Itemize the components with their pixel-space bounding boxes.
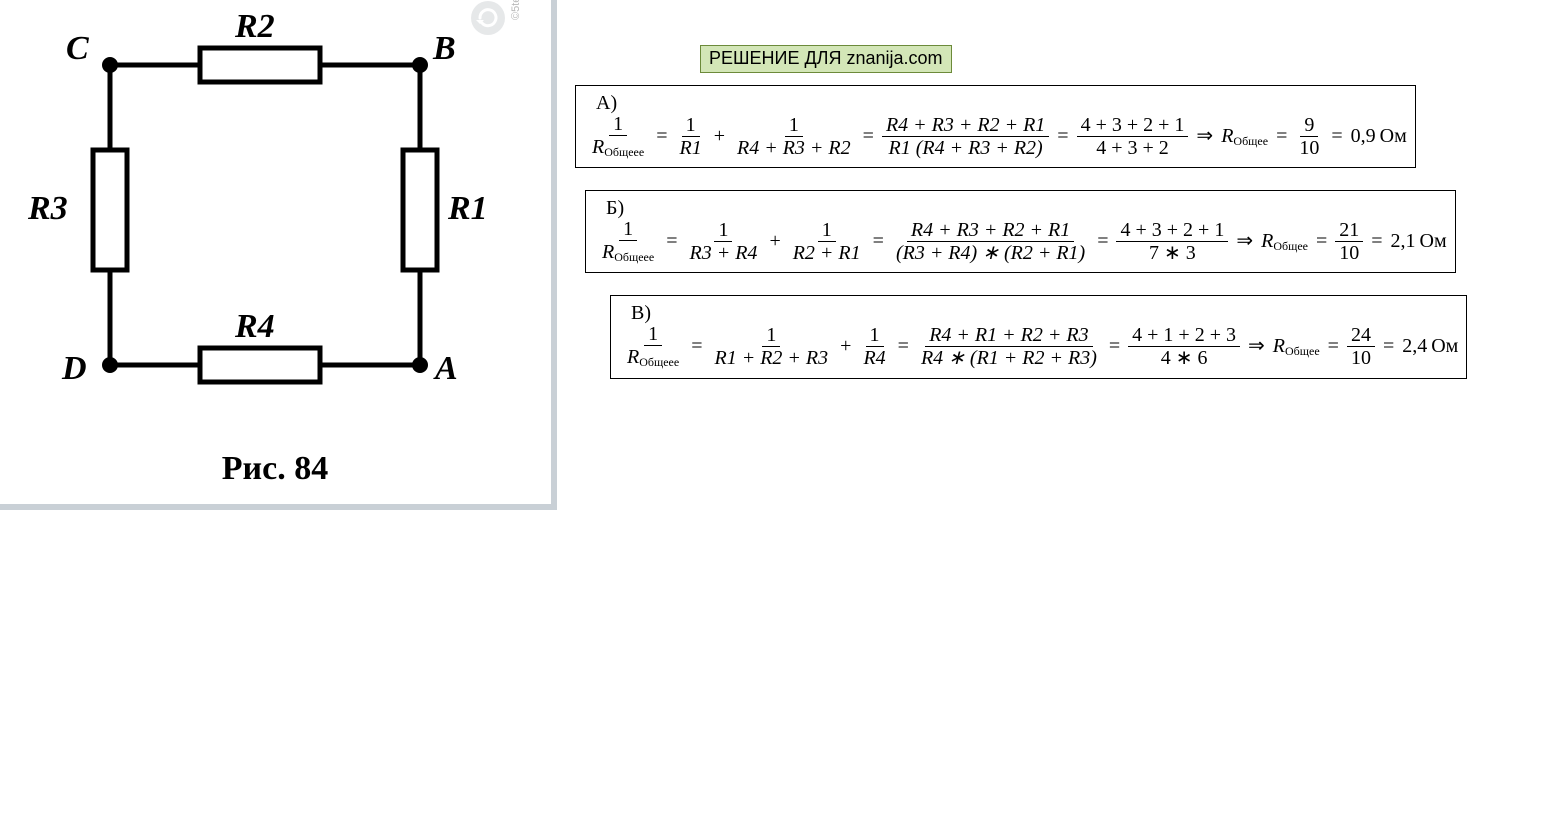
resistor-label-r4: R4 [235,308,275,346]
b-t1-num: 1 [714,219,732,242]
node-label-b: B [433,30,456,68]
a-sum-num: R4 + R3 + R2 + R1 [886,114,1045,136]
op-eq: = [859,125,878,147]
case-label-a: А) [588,92,1407,115]
b-t2-num: 1 [818,219,836,242]
op-eq: = [687,335,706,357]
equation-block-a: А) 1 RОбщеее = 1 R1 + 1 R4 + R3 + R2 = R… [575,85,1416,168]
equation-block-b: Б) 1 RОбщеее = 1 R3 + R4 + 1 R2 + R1 = R… [585,190,1456,273]
c-res-den: 10 [1347,347,1375,369]
op-eq: = [1379,335,1398,357]
op-eq: = [652,125,671,147]
a-res-num: 9 [1300,114,1318,137]
op-eq: = [1053,125,1072,147]
b-t1-den: R3 + R4 [690,242,758,264]
lhs-num: 1 [609,113,627,136]
b-lhs-num: 1 [619,218,637,241]
equation-row-c: 1 RОбщеее = 1 R1 + R2 + R3 + 1 R4 = R4 +… [623,323,1458,369]
b-sum-num: R4 + R3 + R2 + R1 [911,219,1070,241]
c-res-num: 24 [1347,324,1375,347]
lhs-den-r: R [592,136,604,158]
b-unit: Ом [1420,230,1447,252]
op-arrow: ⇒ [1232,230,1257,252]
b-t2-den: R2 + R1 [793,242,861,264]
op-arrow: ⇒ [1192,125,1217,147]
case-label-b: Б) [598,197,1447,220]
a-res-den: 10 [1295,137,1323,159]
op-eq: = [1312,230,1331,252]
op-plus: + [710,125,729,147]
solution-badge: РЕШЕНИЕ ДЛЯ znanija.com [700,45,952,73]
c-value: 2,4 [1402,335,1427,357]
a-unit: Ом [1380,125,1407,147]
resistor-label-r1: R1 [448,190,488,228]
c-t2-num: 1 [866,324,884,347]
op-plus: + [765,230,784,252]
op-eq: = [1093,230,1112,252]
b-sum-den: (R3 + R4) ∗ (R2 + R1) [896,242,1085,264]
b-r-sub: Общее [1273,239,1308,253]
resistor-label-r3: R3 [28,190,68,228]
c-num-expr: 4 + 1 + 2 + 3 [1128,324,1240,347]
b-value: 2,1 [1391,230,1416,252]
c-lhs-den-r: R [627,346,639,368]
c-unit: Ом [1431,335,1458,357]
c-t2-den: R4 [863,347,885,369]
c-t1-num: 1 [762,324,780,347]
watermark-text: ©5terka.com [510,0,522,20]
op-eq: = [1367,230,1386,252]
b-lhs-den-r: R [602,241,614,263]
circuit-panel: C B D A R2 R1 R3 R4 Рис. 84 ©5terka.com [0,0,550,520]
node-label-c: C [66,30,89,68]
a-r-sub: Общее [1233,134,1268,148]
equation-row-a: 1 RОбщеее = 1 R1 + 1 R4 + R3 + R2 = R4 +… [588,113,1407,159]
resistor-label-r2: R2 [235,8,275,46]
a-t1-den: R1 [680,137,702,159]
watermark-icon [470,0,506,36]
circuit-diagram: C B D A R2 R1 R3 R4 Рис. 84 [0,0,550,520]
b-res-num: 21 [1335,219,1363,242]
c-den-expr: 4 ∗ 6 [1157,347,1212,369]
equation-block-c: В) 1 RОбщеее = 1 R1 + R2 + R3 + 1 R4 = R… [610,295,1467,378]
figure-caption: Рис. 84 [0,450,550,488]
c-lhs-num: 1 [644,323,662,346]
a-t2-den: R4 + R3 + R2 [737,137,851,159]
op-eq: = [1327,125,1346,147]
equation-row-b: 1 RОбщеее = 1 R3 + R4 + 1 R2 + R1 = R4 +… [598,218,1447,264]
node-label-a: A [435,350,458,388]
b-res-den: 10 [1335,242,1363,264]
op-eq: = [894,335,913,357]
a-value: 0,9 [1351,125,1376,147]
solution-panel: РЕШЕНИЕ ДЛЯ znanija.com А) 1 RОбщеее = 1… [575,45,1535,379]
a-sum-den: R1 (R4 + R3 + R2) [889,137,1043,159]
op-arrow: ⇒ [1244,335,1269,357]
c-sum-num: R4 + R1 + R2 + R3 [929,324,1088,346]
op-eq: = [1105,335,1124,357]
a-t2-num: 1 [785,114,803,137]
case-label-c: В) [623,302,1458,325]
op-eq: = [662,230,681,252]
lhs-sub: Общеее [604,145,644,159]
op-eq: = [869,230,888,252]
c-t1-den: R1 + R2 + R3 [715,347,829,369]
op-eq: = [1272,125,1291,147]
b-den-expr: 7 ∗ 3 [1145,242,1200,264]
op-eq: = [1324,335,1343,357]
op-plus: + [836,335,855,357]
b-lhs-sub: Общеее [614,250,654,264]
c-r-sub: Общее [1285,344,1320,358]
a-num-expr: 4 + 3 + 2 + 1 [1077,114,1189,137]
a-t1-num: 1 [682,114,700,137]
c-lhs-sub: Общеее [639,355,679,369]
node-label-d: D [62,350,87,388]
c-sum-den: R4 ∗ (R1 + R2 + R3) [921,347,1097,369]
b-num-expr: 4 + 3 + 2 + 1 [1116,219,1228,242]
a-den-expr: 4 + 3 + 2 [1092,137,1173,159]
